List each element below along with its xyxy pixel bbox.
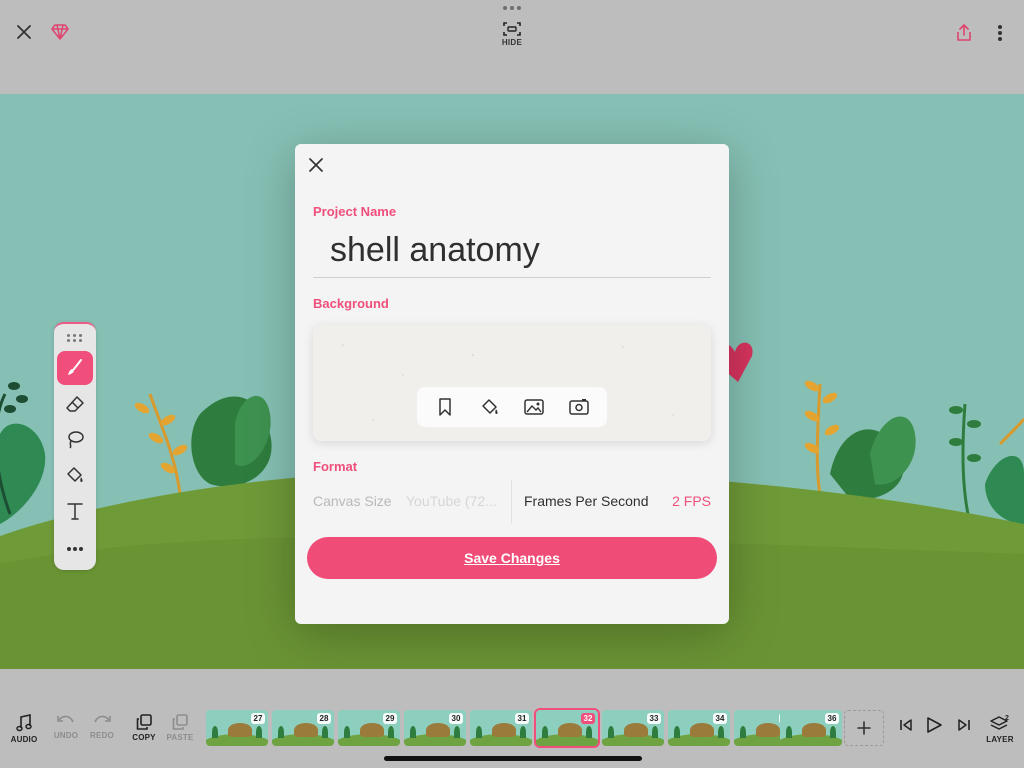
drag-handle-icon[interactable]	[500, 2, 524, 14]
frame-number: 27	[251, 713, 265, 724]
project-settings-dialog: Project Name Background Format Canvas Si…	[295, 144, 729, 624]
home-indicator[interactable]	[384, 756, 642, 761]
fill-tool[interactable]	[57, 458, 93, 492]
frame-thumbnail[interactable]: 34	[668, 710, 730, 746]
more-tools-icon	[67, 547, 83, 551]
add-frame-button[interactable]	[844, 710, 884, 746]
more-tools[interactable]	[57, 532, 93, 566]
paint-bucket-icon[interactable]	[475, 392, 505, 422]
frame-thumbnail[interactable]: 30	[404, 710, 466, 746]
layer-button[interactable]: 2 LAYER	[982, 714, 1018, 748]
image-icon[interactable]	[519, 392, 549, 422]
format-label: Format	[313, 459, 358, 474]
layer-label: LAYER	[986, 735, 1014, 744]
plus-icon	[857, 721, 871, 735]
copy-label: COPY	[132, 733, 156, 742]
tool-palette	[54, 322, 96, 570]
project-name-label: Project Name	[313, 204, 397, 219]
layer-count: 2	[1005, 715, 1009, 722]
fps-select[interactable]: 2 FPS	[672, 493, 711, 509]
canvas-size-select[interactable]: YouTube (72...	[406, 493, 506, 509]
format-row: Canvas Size YouTube (72... Frames Per Se…	[313, 480, 711, 524]
redo-label: REDO	[90, 731, 114, 740]
lasso-tool[interactable]	[57, 422, 93, 456]
frame-number: 32	[581, 713, 595, 724]
frame-number: 29	[383, 713, 397, 724]
undo-label: UNDO	[53, 731, 79, 740]
frame-thumbnail-selected[interactable]: 32	[534, 708, 600, 748]
bookmark-icon[interactable]	[430, 392, 460, 422]
project-name-input[interactable]	[313, 224, 711, 278]
frame-thumbnail[interactable]: 27	[206, 710, 268, 746]
frame-thumbnail[interactable]: 31	[470, 710, 532, 746]
skip-forward-icon	[958, 719, 970, 731]
eraser-icon	[66, 396, 84, 412]
top-toolbar: HIDE	[0, 0, 1024, 52]
layers-icon: 2	[990, 715, 1009, 730]
music-note-icon	[16, 714, 32, 732]
focus-frame-icon	[503, 22, 521, 36]
more-options-icon[interactable]	[988, 21, 1012, 45]
frame-number: 33	[647, 713, 661, 724]
canvas-size-label: Canvas Size	[313, 493, 392, 509]
frame-thumbnail[interactable]: 28	[272, 710, 334, 746]
premium-diamond-icon[interactable]	[48, 20, 72, 44]
redo-icon	[94, 715, 111, 723]
fps-label: Frames Per Second	[524, 493, 649, 509]
lasso-icon	[68, 431, 84, 449]
fill-bucket-icon	[67, 467, 83, 482]
paste-button[interactable]: PASTE	[162, 714, 198, 748]
close-project-icon[interactable]	[12, 20, 36, 44]
frame-thumbnail[interactable]: 36	[780, 710, 842, 746]
frame-number: 30	[449, 713, 463, 724]
copy-icon	[136, 714, 152, 730]
hide-ui-button[interactable]: HIDE	[496, 18, 528, 50]
text-tool-icon	[67, 503, 83, 520]
last-frame-button[interactable]	[946, 718, 982, 752]
eraser-tool[interactable]	[57, 387, 93, 421]
paste-icon	[172, 714, 188, 730]
frame-thumbnail[interactable]: 33	[602, 710, 664, 746]
save-changes-button[interactable]: Save Changes	[307, 537, 717, 579]
undo-icon	[57, 715, 74, 723]
brush-tool[interactable]	[57, 351, 93, 385]
background-preview[interactable]	[313, 325, 711, 441]
background-label: Background	[313, 296, 389, 311]
play-icon	[927, 717, 942, 733]
skip-back-icon	[900, 719, 912, 731]
dialog-close-icon[interactable]	[305, 154, 327, 176]
frame-thumbnail[interactable]: 29	[338, 710, 400, 746]
frame-number: 31	[515, 713, 529, 724]
share-icon[interactable]	[952, 21, 976, 45]
audio-button[interactable]: AUDIO	[6, 714, 42, 748]
format-divider	[511, 480, 512, 524]
camera-icon[interactable]	[564, 392, 594, 422]
copy-button[interactable]: COPY	[126, 714, 162, 748]
redo-button[interactable]: REDO	[84, 714, 120, 748]
audio-label: AUDIO	[10, 735, 38, 744]
brush-icon	[68, 359, 82, 375]
frame-number: 34	[713, 713, 727, 724]
frame-number: 36	[825, 713, 839, 724]
text-tool[interactable]	[57, 494, 93, 528]
hide-label: HIDE	[501, 38, 523, 47]
background-options	[417, 387, 607, 427]
frame-timeline: 27 28 29 30 31 32 33 34 35 36	[206, 708, 842, 748]
paste-label: PASTE	[166, 733, 194, 742]
palette-grip-icon[interactable]	[67, 334, 83, 342]
frame-number: 28	[317, 713, 331, 724]
undo-button[interactable]: UNDO	[48, 714, 84, 748]
